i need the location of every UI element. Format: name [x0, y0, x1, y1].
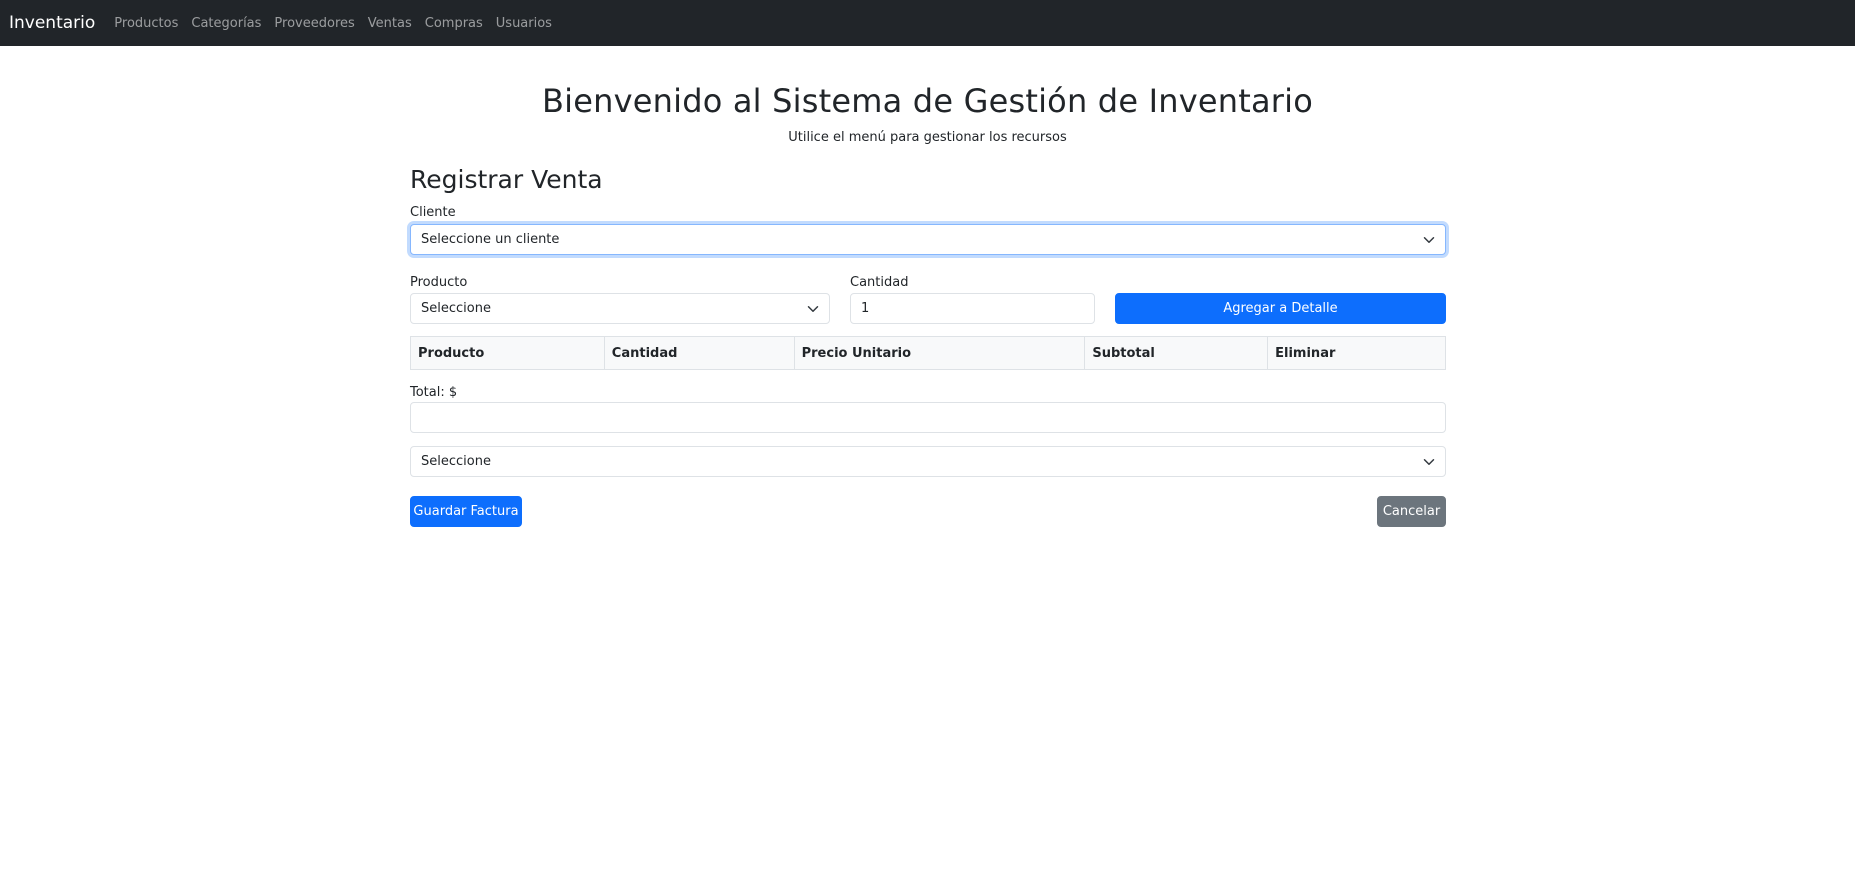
add-detail-button[interactable]: Agregar a Detalle	[1115, 293, 1446, 324]
page-title: Bienvenido al Sistema de Gestión de Inve…	[542, 82, 1313, 120]
nav-link-categorias[interactable]: Categorías	[191, 16, 261, 31]
navbar: Inventario Productos Categorías Proveedo…	[0, 0, 1855, 46]
table-header-precio-unitario: Precio Unitario	[793, 336, 1086, 370]
form-title: Registrar Venta	[410, 165, 603, 194]
total-input[interactable]	[410, 402, 1446, 433]
producto-label: Producto	[410, 275, 468, 290]
payment-method-select[interactable]: Seleccione	[410, 446, 1446, 477]
nav-link-compras[interactable]: Compras	[425, 16, 483, 31]
cantidad-input-value: 1	[861, 301, 870, 316]
chevron-down-icon	[1423, 236, 1435, 243]
nav-link-usuarios[interactable]: Usuarios	[496, 16, 552, 31]
nav-link-productos[interactable]: Productos	[114, 16, 178, 31]
cantidad-input[interactable]: 1	[850, 293, 1095, 324]
table-header-row: Producto Cantidad Precio Unitario Subtot…	[410, 336, 1446, 370]
navbar-brand[interactable]: Inventario	[9, 13, 95, 33]
cantidad-label: Cantidad	[850, 275, 909, 290]
table-header-cantidad: Cantidad	[603, 336, 795, 370]
total-label: Total: $	[410, 385, 458, 400]
chevron-down-icon	[1423, 458, 1435, 465]
cliente-select-value: Seleccione un cliente	[421, 232, 560, 247]
payment-method-value: Seleccione	[421, 454, 491, 469]
nav-links: Productos Categorías Proveedores Ventas …	[114, 16, 565, 31]
table-header-producto: Producto	[410, 336, 605, 370]
cliente-label: Cliente	[410, 205, 456, 220]
chevron-down-icon	[807, 305, 819, 312]
page-subtitle: Utilice el menú para gestionar los recur…	[788, 130, 1067, 145]
table-header-subtotal: Subtotal	[1084, 336, 1269, 370]
nav-link-ventas[interactable]: Ventas	[368, 16, 412, 31]
detail-table: Producto Cantidad Precio Unitario Subtot…	[410, 336, 1446, 370]
save-invoice-button[interactable]: Guardar Factura	[410, 496, 522, 527]
cliente-select[interactable]: Seleccione un cliente	[410, 224, 1446, 255]
producto-select-value: Seleccione	[421, 301, 491, 316]
producto-select[interactable]: Seleccione	[410, 293, 830, 324]
nav-link-proveedores[interactable]: Proveedores	[274, 16, 354, 31]
table-header-eliminar: Eliminar	[1267, 336, 1446, 370]
cancel-button[interactable]: Cancelar	[1377, 496, 1446, 527]
